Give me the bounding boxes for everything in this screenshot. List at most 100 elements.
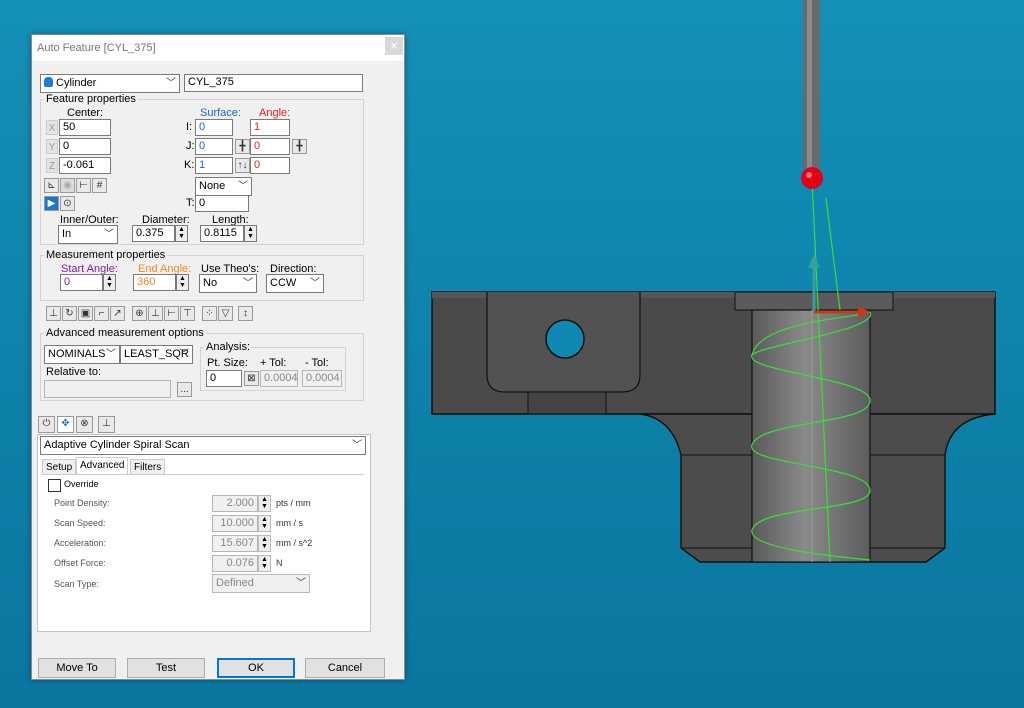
feature-type-select[interactable]: Cylinder ﹀: [40, 74, 180, 93]
inner-outer-value: In: [62, 228, 72, 240]
machined-part: [431, 291, 996, 563]
play-icon[interactable]: ▶: [44, 196, 59, 211]
angle-i-input[interactable]: 1: [250, 119, 290, 136]
x-axis-button[interactable]: X: [46, 120, 58, 135]
strategy-tabs: Setup Advanced Filters: [42, 457, 364, 475]
chevron-down-icon: ﹀: [238, 181, 248, 192]
minus-tol-input[interactable]: 0.0004: [302, 370, 342, 387]
avoidance-icon[interactable]: ▣: [78, 306, 93, 321]
ok-button[interactable]: OK: [217, 658, 295, 678]
start-angle-input[interactable]: 0: [60, 274, 103, 291]
scan-type-label: Scan Type:: [54, 579, 99, 589]
scan-type-select[interactable]: Defined ﹀: [212, 574, 310, 593]
chevron-down-icon: ﹀: [296, 578, 306, 589]
cad-viewport[interactable]: [403, 0, 1024, 708]
feature-name-input[interactable]: CYL_375: [184, 74, 363, 92]
direction-select[interactable]: CCW ﹀: [266, 274, 324, 293]
use-theos-value: No: [203, 277, 218, 289]
relative-to-input[interactable]: [44, 380, 171, 398]
flip-angle-icon[interactable]: ╋: [292, 139, 307, 154]
acceleration-spinner[interactable]: ▲ ▼: [258, 535, 271, 552]
point-density-input[interactable]: 2.000: [212, 495, 258, 512]
scan-speed-input[interactable]: 10.000: [212, 515, 258, 532]
angle-j-input[interactable]: 0: [250, 138, 290, 155]
diameter-spinner[interactable]: ▲ ▼: [175, 225, 188, 242]
start-angle-spinner[interactable]: ▲ ▼: [103, 274, 116, 291]
thickness-input[interactable]: 0: [195, 195, 249, 212]
tab-divider: [42, 474, 364, 475]
end-angle-spinner[interactable]: ▲ ▼: [176, 274, 189, 291]
minus-tol-label: - Tol:: [305, 357, 329, 369]
pt-size-input[interactable]: 0: [206, 370, 242, 387]
tab-filters[interactable]: Filters: [130, 459, 166, 475]
surface-k-input[interactable]: 1: [195, 157, 233, 174]
cancel-button[interactable]: Cancel: [305, 658, 385, 678]
target-icon[interactable]: ⊕: [132, 306, 147, 321]
acceleration-input[interactable]: 15.607: [212, 535, 258, 552]
find-hole-icon[interactable]: ⌐: [94, 306, 109, 321]
power-icon[interactable]: ⏻: [38, 416, 55, 433]
analysis-label: Analysis:: [204, 341, 253, 353]
no-entry-icon[interactable]: ⊗: [76, 416, 93, 433]
center-y-input[interactable]: 0: [59, 138, 111, 155]
y-axis-button[interactable]: Y: [46, 139, 58, 154]
grid-icon[interactable]: #: [92, 178, 107, 193]
graph-analysis-icon[interactable]: ⊠: [244, 371, 259, 386]
show-hits-icon[interactable]: ⊥: [46, 306, 61, 321]
point-only-icon[interactable]: ⊢: [76, 178, 91, 193]
browse-button[interactable]: ...: [177, 382, 192, 397]
chevron-down-icon: ﹀: [243, 278, 253, 289]
point-density-spinner[interactable]: ▲ ▼: [258, 495, 271, 512]
length-spinner[interactable]: ▲ ▼: [244, 225, 257, 242]
offset-force-spinner[interactable]: ▲ ▼: [258, 555, 271, 572]
override-checkbox[interactable]: [48, 479, 61, 492]
z-axis-button[interactable]: Z: [46, 158, 58, 173]
scan-speed-spinner[interactable]: ▲ ▼: [258, 515, 271, 532]
move-arrows-icon[interactable]: ✥: [57, 416, 74, 433]
center-z-input[interactable]: -0.061: [59, 157, 111, 174]
center-x-input[interactable]: 50: [59, 119, 111, 136]
test-button[interactable]: Test: [127, 658, 205, 678]
offset-force-input[interactable]: 0.076: [212, 555, 258, 572]
scan-speed-unit: mm / s: [276, 518, 303, 528]
measure-now-icon[interactable]: ⊙: [60, 196, 75, 211]
filter-icon[interactable]: ▽: [218, 306, 233, 321]
probe-icon[interactable]: ↕: [238, 306, 253, 321]
inner-outer-select[interactable]: In ﹀: [58, 225, 118, 244]
offset-icon[interactable]: ⊤: [180, 306, 195, 321]
end-angle-input[interactable]: 360: [133, 274, 176, 291]
nominals-select[interactable]: NOMINALS ﹀: [44, 345, 120, 364]
swap-vector-icon[interactable]: ↑↓: [235, 158, 250, 173]
read-position-icon[interactable]: ◉: [60, 178, 75, 193]
fit-method-select[interactable]: LEAST_SQR ﹀: [120, 345, 193, 364]
angle-label: Angle:: [259, 107, 291, 119]
plus-tol-input[interactable]: 0.0004: [260, 370, 298, 387]
t-label: T:: [186, 197, 195, 209]
strategy-select[interactable]: Adaptive Cylinder Spiral Scan ﹀: [40, 436, 366, 455]
clearance-icon[interactable]: ⊢: [164, 306, 179, 321]
auto-wrist-icon[interactable]: ↗: [110, 306, 125, 321]
surface-j-input[interactable]: 0: [195, 138, 233, 155]
measurement-properties-label: Measurement properties: [44, 249, 168, 261]
close-button[interactable]: ×: [385, 37, 403, 55]
flip-vector-icon[interactable]: ╋: [235, 139, 250, 154]
tab-advanced[interactable]: Advanced: [76, 457, 129, 475]
angle-k-input[interactable]: 0: [250, 157, 290, 174]
cylinder-icon: [44, 77, 53, 87]
advanced-measurement-label: Advanced measurement options: [44, 327, 206, 339]
tab-setup[interactable]: Setup: [42, 459, 77, 475]
acceleration-unit: mm / s^2: [276, 538, 313, 548]
chevron-down-icon: ﹀: [104, 229, 114, 240]
override-label: Override: [64, 479, 99, 489]
find-nominals-icon[interactable]: ⊾: [44, 178, 59, 193]
diameter-input[interactable]: 0.375: [132, 225, 175, 242]
depth-icon[interactable]: ⊥: [148, 306, 163, 321]
tip-icon[interactable]: ⊥: [98, 416, 115, 433]
length-input[interactable]: 0.8115: [200, 225, 244, 242]
scatter-icon[interactable]: ⁘: [202, 306, 217, 321]
sample-hits-icon[interactable]: ↻: [62, 306, 77, 321]
move-to-button[interactable]: Move To: [38, 658, 116, 678]
surface-i-input[interactable]: 0: [195, 119, 233, 136]
none-select[interactable]: None ﹀: [195, 177, 252, 196]
use-theos-select[interactable]: No ﹀: [199, 274, 257, 293]
